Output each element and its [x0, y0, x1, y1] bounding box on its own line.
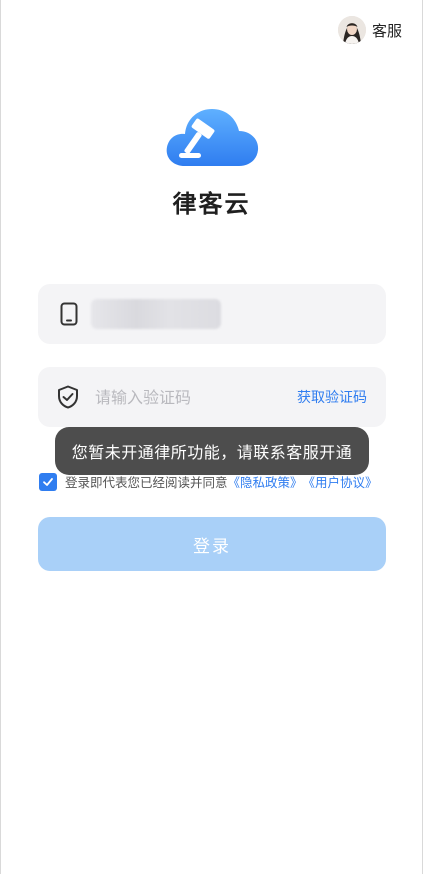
service-avatar: [337, 16, 366, 44]
app-name: 律客云: [172, 190, 251, 218]
cloud-gavel-logo: [166, 109, 259, 166]
agreement-row: 登录即代表您已经阅读并同意 《隐私政策》 《用户协议》: [39, 472, 399, 491]
get-code-button[interactable]: 获取验证码: [297, 387, 367, 407]
check-icon: [43, 477, 53, 486]
agreement-checkbox[interactable]: [39, 472, 57, 491]
agreement-text: 登录即代表您已经阅读并同意: [65, 475, 228, 490]
user-agreement-link[interactable]: 《用户协议》: [303, 472, 378, 491]
service-label: 客服: [371, 21, 402, 40]
customer-service-button[interactable]: 客服: [337, 16, 402, 44]
phone-icon: [57, 302, 81, 326]
login-page: 客服 律客云 请输入验证码 获取验证码 您暂未开通律所功能，请联系客服开通 登录…: [0, 0, 423, 874]
toast-message: 您暂未开通律所功能，请联系客服开通: [55, 427, 369, 475]
verification-code-field: 获取验证码: [38, 367, 386, 427]
login-button[interactable]: 登录: [38, 517, 386, 571]
phone-field[interactable]: [38, 284, 386, 344]
phone-value-redacted: [91, 299, 221, 329]
verification-code-input[interactable]: [93, 386, 297, 408]
shield-check-icon: [57, 385, 79, 409]
privacy-policy-link[interactable]: 《隐私政策》: [228, 472, 303, 491]
